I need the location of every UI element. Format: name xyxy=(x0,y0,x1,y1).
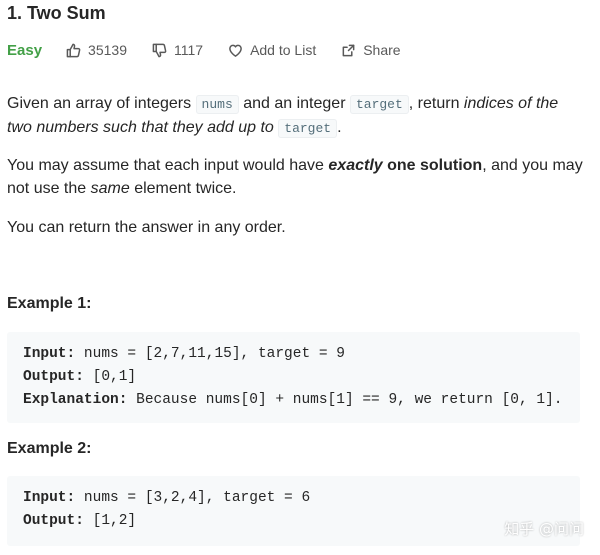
description-paragraph-1: Given an array of integers nums and an i… xyxy=(7,92,587,140)
input-label: Input: xyxy=(23,490,76,506)
like-count: 35139 xyxy=(88,42,127,58)
explanation-label: Explanation: xyxy=(23,392,128,408)
dislike-count: 1117 xyxy=(173,42,204,58)
output-value: [0,1] xyxy=(83,369,137,385)
heart-icon xyxy=(229,44,242,57)
thumbs-up-icon xyxy=(66,43,81,57)
strong-emphasis-text: exactly xyxy=(328,157,383,174)
dislike-button[interactable]: 1117 xyxy=(152,42,203,58)
text: Given an array of integers xyxy=(7,95,196,112)
example-1-explanation-line: Explanation: Because nums[0] + nums[1] =… xyxy=(23,389,564,412)
example-1-output-line: Output: [0,1] xyxy=(23,366,564,389)
example-2-input-line: Input: nums = [3,2,4], target = 6 xyxy=(23,487,564,510)
input-value: nums = [2,7,11,15], target = 9 xyxy=(75,346,345,362)
example-1-box: Input: nums = [2,7,11,15], target = 9 Out… xyxy=(7,332,580,423)
text: element twice. xyxy=(129,180,237,197)
share-label: Share xyxy=(363,42,401,58)
example-1-input-line: Input: nums = [2,7,11,15], target = 9 xyxy=(23,343,564,366)
text: and an integer xyxy=(238,95,350,112)
strong-text-rest: one solution xyxy=(382,157,483,174)
description-paragraph-2: You may assume that each input would hav… xyxy=(7,154,587,200)
output-label: Output: xyxy=(23,369,84,385)
add-to-list-button[interactable]: Add to List xyxy=(228,42,316,58)
description-paragraph-3: You can return the answer in any order. xyxy=(7,219,286,236)
emphasis-text: same xyxy=(90,180,130,197)
inline-code-nums: nums xyxy=(195,95,239,114)
example-2-output-line: Output: [1,2] xyxy=(23,510,564,533)
text: . xyxy=(337,119,342,136)
text: You may assume that each input would hav… xyxy=(7,157,329,174)
inline-code-target: target xyxy=(349,95,409,114)
share-button[interactable]: Share xyxy=(341,42,401,58)
thumbs-down-icon xyxy=(152,43,167,57)
like-button[interactable]: 35139 xyxy=(66,42,127,58)
output-value: [1,2] xyxy=(83,513,137,529)
add-to-list-label: Add to List xyxy=(250,42,317,58)
example-1-title: Example 1: xyxy=(7,295,92,312)
input-label: Input: xyxy=(23,346,76,362)
share-icon xyxy=(342,44,355,56)
difficulty-badge: Easy xyxy=(7,41,43,59)
problem-title: 1. Two Sum xyxy=(7,3,106,23)
example-2-title: Example 2: xyxy=(7,440,92,457)
example-2-box: Input: nums = [3,2,4], target = 6 Output:… xyxy=(7,476,580,546)
input-value: nums = [3,2,4], target = 6 xyxy=(75,490,311,506)
output-label: Output: xyxy=(23,513,84,529)
inline-code-target: target xyxy=(278,119,338,138)
problem-meta-bar: Easy 35139 1117 Add to List Share xyxy=(7,39,426,61)
strong-text: exactly one solution xyxy=(328,157,482,174)
text: , return xyxy=(408,95,464,112)
explanation-value: Because nums[0] + nums[1] == 9, we retur… xyxy=(127,392,563,408)
watermark: 知乎 @问问 xyxy=(504,520,584,538)
